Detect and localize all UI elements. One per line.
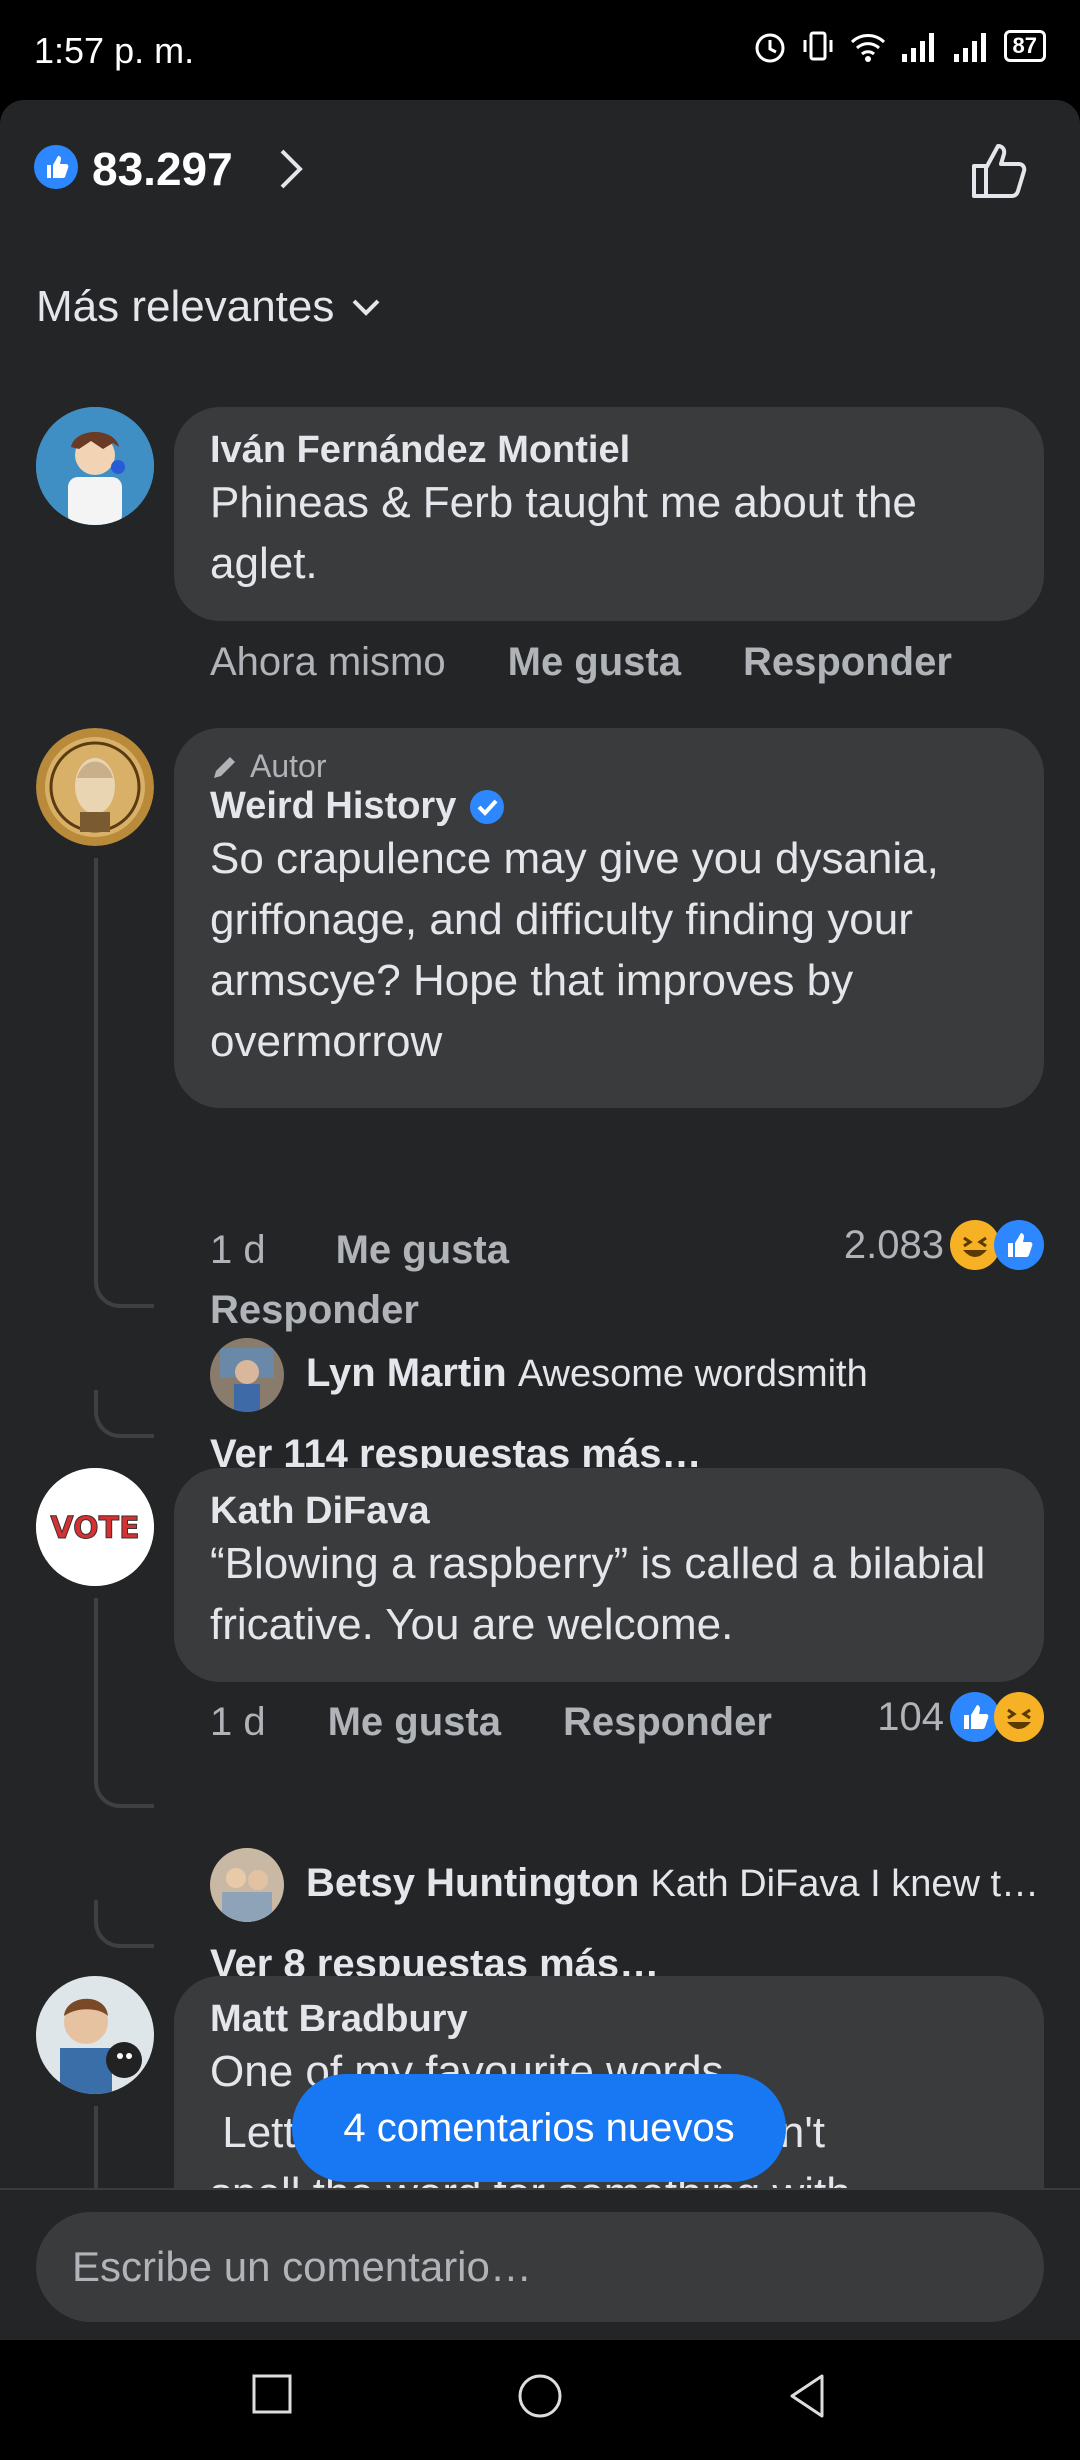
sort-dropdown[interactable]: Más relevantes	[36, 282, 382, 332]
comment-author[interactable]: Weird History	[210, 785, 1008, 828]
like-button[interactable]: Me gusta	[508, 640, 681, 685]
reactions-header[interactable]: 83.297	[0, 100, 1080, 240]
reaction-summary[interactable]: 104	[877, 1692, 1044, 1742]
alarm-icon	[755, 33, 785, 63]
comment-actions: 1 d Me gusta Responder	[210, 1700, 772, 1745]
comment-bubble[interactable]: Kath DiFava “Blowing a raspberry” is cal…	[174, 1468, 1044, 1682]
wifi-icon	[850, 34, 885, 62]
thread-branch	[94, 1900, 154, 1948]
system-nav-bar	[0, 2340, 1080, 2460]
reply-preview[interactable]: Lyn Martin Awesome wordsmith	[306, 1351, 1046, 1396]
thread-branch	[94, 1390, 154, 1438]
thread-line	[94, 1598, 98, 1778]
comment-actions: 1 d Me gusta	[210, 1228, 509, 1273]
comment-author[interactable]: Iván Fernández Montiel	[210, 429, 1008, 472]
new-comments-button[interactable]: 4 comentarios nuevos	[292, 2074, 786, 2182]
comment-author[interactable]: Kath DiFava	[210, 1490, 1008, 1533]
reply-author: Betsy Huntington	[306, 1861, 640, 1905]
reply-avatar[interactable]	[210, 1338, 284, 1412]
thread-branch	[94, 1766, 154, 1808]
reply-preview[interactable]: Betsy Huntington Kath DiFava I knew t…	[306, 1861, 1046, 1906]
avatar[interactable]	[36, 1976, 154, 2094]
comment-actions-row2: Responder	[210, 1288, 419, 1333]
status-icons: 87	[752, 28, 1046, 64]
comment-time: 1 d	[210, 1700, 266, 1744]
haha-reaction-icon	[994, 1692, 1044, 1742]
like-badge-icon	[34, 145, 78, 189]
thread-branch	[94, 1266, 154, 1308]
reply-button[interactable]: Responder	[210, 1288, 419, 1333]
signal-icon	[901, 33, 934, 62]
haha-reaction-icon	[950, 1220, 1000, 1270]
comment-input[interactable]	[36, 2212, 1044, 2322]
reply-text: Awesome wordsmith	[517, 1353, 868, 1395]
comment-time: 1 d	[210, 1228, 266, 1272]
like-button[interactable]: Me gusta	[328, 1700, 501, 1745]
reaction-count: 2.083	[843, 1222, 944, 1267]
status-time: 1:57 p. m.	[34, 30, 195, 71]
like-count: 83.297	[92, 143, 233, 195]
comments-sheet: 83.297 Más relevantes Iván Fernández Mon…	[0, 100, 1080, 2340]
thread-line	[94, 858, 98, 1278]
chevron-right-icon	[280, 149, 303, 189]
vibrate-icon	[803, 31, 833, 61]
comment-bubble[interactable]: Autor Weird History So crapulence may gi…	[174, 728, 1044, 1108]
chevron-down-icon	[352, 299, 380, 316]
avatar-vote-text: VOTE	[50, 1511, 139, 1546]
sort-label: Más relevantes	[36, 282, 335, 331]
reply-author: Lyn Martin	[306, 1351, 507, 1395]
verified-icon	[470, 789, 505, 824]
comment-bubble[interactable]: Iván Fernández Montiel Phineas & Ferb ta…	[174, 407, 1044, 621]
reply-avatar[interactable]	[210, 1848, 284, 1922]
comment-actions: Ahora mismo Me gusta Responder	[210, 640, 952, 685]
avatar[interactable]	[36, 407, 154, 525]
reply-button[interactable]: Responder	[563, 1700, 772, 1745]
avatar[interactable]	[36, 728, 154, 846]
like-outline-icon[interactable]	[968, 138, 1032, 202]
comment-composer	[0, 2188, 1080, 2340]
like-reaction-icon	[994, 1220, 1044, 1270]
pencil-icon	[214, 756, 235, 778]
comment-author-name: Weird History	[210, 785, 457, 827]
reply-button[interactable]: Responder	[743, 640, 952, 685]
like-reaction-icon	[950, 1692, 1000, 1742]
reply-text: Kath DiFava I knew t…	[650, 1863, 1040, 1905]
comment-text: Phineas & Ferb taught me about the aglet…	[210, 478, 917, 588]
comment-author[interactable]: Matt Bradbury	[210, 1998, 1008, 2041]
signal-icon-2	[953, 33, 986, 62]
recents-icon[interactable]	[250, 2372, 294, 2416]
comment-text: “Blowing a raspberry” is called a bilabi…	[210, 1539, 986, 1649]
comment-time: Ahora mismo	[210, 640, 446, 684]
back-icon[interactable]	[786, 2372, 830, 2420]
status-bar: 1:57 p. m. 87	[0, 0, 1080, 100]
home-icon[interactable]	[516, 2372, 564, 2420]
like-button[interactable]: Me gusta	[336, 1228, 509, 1273]
reaction-count: 104	[877, 1694, 944, 1739]
reaction-summary[interactable]: 2.083	[844, 1220, 1044, 1270]
avatar[interactable]: VOTE	[36, 1468, 154, 1586]
author-badge: Autor	[210, 748, 1008, 785]
battery-level: 87	[1003, 30, 1046, 62]
author-badge-label: Autor	[250, 748, 327, 784]
comment-text: So crapulence may give you dysania, grif…	[210, 834, 939, 1066]
